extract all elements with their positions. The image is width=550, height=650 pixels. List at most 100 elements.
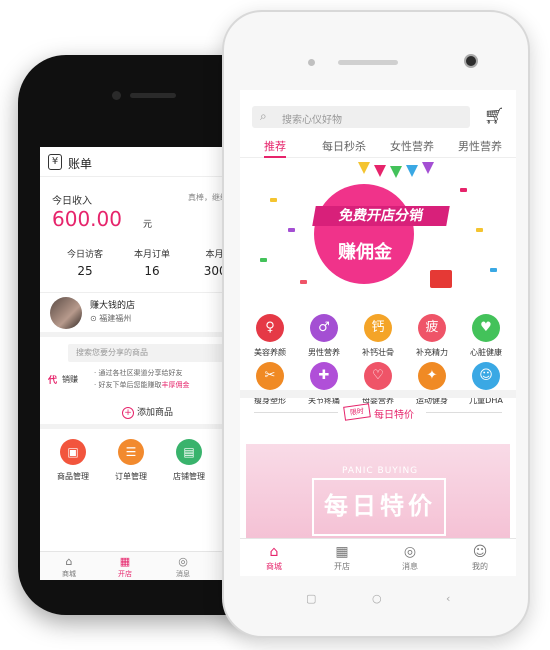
proximity-sensor — [308, 59, 315, 66]
nav-mall[interactable]: ⌂ 商城 — [44, 555, 94, 579]
tool-label: 订单管理 — [115, 472, 147, 481]
bunting-flag — [422, 162, 434, 174]
search-icon: ⌕ — [260, 109, 267, 123]
deal-badge: 限时 — [343, 403, 371, 421]
nav-label: 我的 — [472, 562, 488, 571]
nav-label: 开店 — [118, 570, 132, 578]
front-camera — [112, 91, 121, 100]
category-label: 补钙壮骨 — [362, 348, 394, 357]
search-placeholder: 搜索心仪好物 — [282, 115, 342, 126]
category-label: 补充精力 — [416, 348, 448, 357]
category-tabs: 推荐 每日秒杀 女性营养 男性营养 — [240, 136, 516, 158]
back-key[interactable]: ‹ — [446, 592, 450, 605]
bunting-flag — [374, 165, 386, 177]
promo-tag: 代 — [48, 376, 58, 386]
home-key[interactable]: ○ — [372, 592, 382, 605]
message-icon: ◎ — [178, 555, 188, 568]
add-product-label: 添加商品 — [137, 408, 174, 418]
mother-baby-icon: ♡ — [364, 362, 392, 390]
nav-messages[interactable]: ◎ 消息 — [382, 543, 438, 572]
nav-label: 开店 — [334, 562, 350, 571]
promo-line-1: · 通过各社区渠道分享给好友 — [94, 369, 183, 377]
category-calcium[interactable]: 钙 补钙壮骨 — [354, 314, 402, 358]
confetti — [270, 198, 277, 202]
promo-tag-label: 销赚 — [62, 375, 78, 384]
child-icon: ☺ — [472, 362, 500, 390]
clipboard-icon: ☰ — [118, 439, 144, 465]
category-label: 心脏健康 — [470, 348, 502, 357]
category-beauty[interactable]: ♀ 美容养颜 — [246, 314, 294, 358]
home-icon: ⌂ — [269, 544, 279, 560]
fatigue-icon: 疲 — [418, 314, 446, 342]
message-icon: ◎ — [403, 544, 417, 560]
tab-recommended[interactable]: 推荐 — [264, 138, 286, 158]
promo-line-2-highlight: 丰厚佣金 — [161, 381, 190, 389]
nav-profile[interactable]: ☺ 我的 — [452, 543, 508, 572]
tool-store-management[interactable]: ▤ 店铺管理 — [164, 439, 214, 482]
confetti — [300, 280, 307, 284]
stat-value: 25 — [77, 264, 93, 278]
white-phone: ⌕ 搜索心仪好物 🛒︎ 推荐 每日秒杀 女性营养 男性营养 免费开店分销 赚佣金 — [222, 10, 530, 638]
stat-orders[interactable]: 本月订单 16 — [117, 247, 187, 278]
heart-icon: ♥ — [472, 314, 500, 342]
tool-label: 商品管理 — [57, 472, 89, 481]
nav-label: 消息 — [402, 562, 418, 571]
tab-men[interactable]: 男性营养 — [458, 138, 502, 154]
nav-messages[interactable]: ◎ 消息 — [158, 555, 208, 579]
category-heart[interactable]: ♥ 心脏健康 — [462, 314, 510, 358]
red-envelope-icon — [430, 270, 452, 288]
mall-search-input[interactable]: ⌕ 搜索心仪好物 — [252, 106, 470, 128]
promo-line-2: · 好友下单后您能赚取丰厚佣金 — [94, 380, 189, 390]
promo-banner[interactable]: 免费开店分销 赚佣金 — [240, 158, 516, 308]
recent-apps-key[interactable]: ▢ — [306, 592, 316, 605]
daily-deals-title: 每日特价 — [374, 410, 414, 421]
income-amount: 600.00 — [52, 207, 122, 231]
male-icon: ♂ — [310, 314, 338, 342]
banner-circle — [314, 184, 414, 284]
banner-headline: 免费开店分销 — [312, 206, 450, 226]
nav-label: 商城 — [266, 562, 282, 571]
header-line-left — [254, 412, 338, 413]
daily-deals-header: 限时 每日特价 — [240, 398, 516, 428]
shop-location-text: 福建福州 — [99, 314, 132, 323]
panic-buying-text: PANIC BUYING — [342, 466, 419, 476]
nav-label: 商城 — [62, 570, 76, 578]
stat-label: 本月订单 — [133, 250, 170, 260]
nav-open-store[interactable]: ▦ 开店 — [100, 555, 150, 579]
wallet-icon: ▤ — [176, 439, 202, 465]
cart-icon[interactable]: 🛒︎ — [484, 106, 504, 125]
tab-women[interactable]: 女性营养 — [390, 138, 434, 154]
promo-line-2-text: · 好友下单后您能赚取 — [94, 381, 162, 389]
tool-order-management[interactable]: ☰ 订单管理 — [106, 439, 156, 482]
add-product-button[interactable]: + 添加商品 — [122, 405, 173, 419]
currency-unit: 元 — [143, 220, 153, 230]
nav-mall[interactable]: ⌂ 商城 — [246, 543, 302, 572]
income-label: 今日收入 — [52, 196, 92, 207]
confetti — [476, 228, 483, 232]
panic-buying-banner[interactable]: PANIC BUYING 每日特价 — [246, 444, 510, 547]
shop-name: 赚大钱的店 — [90, 301, 136, 311]
nav-label: 消息 — [176, 570, 190, 578]
nav-open-store[interactable]: ▦ 开店 — [314, 543, 370, 572]
home-icon: ⌂ — [65, 555, 73, 568]
stat-visitors[interactable]: 今日访客 25 — [50, 247, 120, 278]
tool-product-management[interactable]: ▣ 商品管理 — [48, 439, 98, 482]
calcium-icon: 钙 — [364, 314, 392, 342]
search-placeholder: 搜索您要分享的商品 — [76, 348, 148, 357]
category-men-nutrition[interactable]: ♂ 男性营养 — [300, 314, 348, 358]
front-camera — [464, 54, 478, 68]
beauty-icon: ♀ — [256, 314, 284, 342]
confetti — [490, 268, 497, 272]
bag-icon: ▣ — [60, 439, 86, 465]
earpiece-speaker — [338, 60, 398, 65]
tab-daily-flash[interactable]: 每日秒杀 — [322, 138, 366, 154]
confetti — [260, 258, 267, 262]
avatar — [50, 297, 82, 329]
bunting-flag — [406, 165, 418, 177]
category-energy[interactable]: 疲 补充精力 — [408, 314, 456, 358]
section-divider — [240, 390, 516, 398]
header-line-right — [426, 412, 502, 413]
yen-icon: ¥ — [48, 154, 62, 170]
earpiece-speaker — [130, 93, 176, 98]
category-label: 男性营养 — [308, 348, 340, 357]
